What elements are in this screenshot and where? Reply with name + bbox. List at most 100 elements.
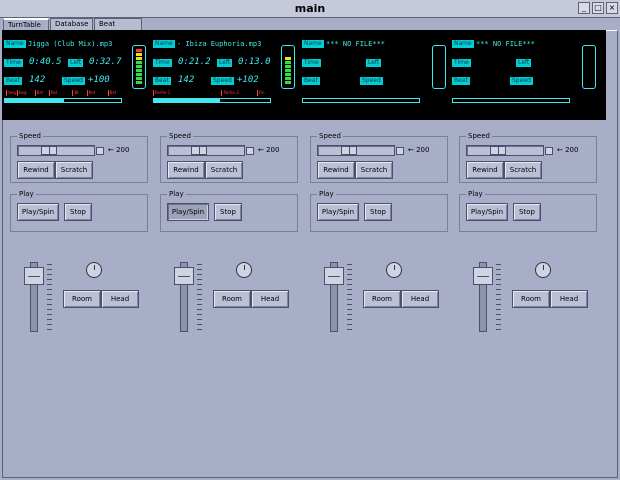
meter-segment	[136, 57, 142, 60]
fader-tick	[47, 264, 52, 265]
name-label: Name	[452, 40, 474, 48]
track-progress[interactable]	[153, 98, 271, 103]
maximize-icon[interactable]: □	[592, 2, 604, 14]
volume-fader[interactable]	[24, 262, 44, 332]
track-progress[interactable]	[4, 98, 122, 103]
tab-beat-editor[interactable]: Beat Editor	[94, 18, 142, 39]
fader-tick	[496, 324, 501, 325]
head-button[interactable]: Head	[550, 290, 588, 308]
stop-button[interactable]: Stop	[513, 203, 541, 221]
speed-reset-box[interactable]	[96, 147, 104, 155]
fader-cap[interactable]	[324, 267, 344, 286]
cue-marker[interactable]: Ret	[86, 90, 95, 96]
cue-marker[interactable]: Bt	[72, 90, 79, 96]
speed-slider-thumb[interactable]	[490, 146, 506, 155]
play-spin-button[interactable]: Play/Spin	[317, 203, 359, 221]
scratch-button[interactable]: Scratch	[205, 161, 243, 179]
head-button[interactable]: Head	[251, 290, 289, 308]
deck-lcd-2: Name - Ibiza Euphoria.mp3 Time 0:21.2 Left 0:…	[151, 30, 301, 120]
fader-tick	[197, 279, 202, 280]
speed-group-3: Speed ← 200 Rewind Scratch	[310, 131, 448, 183]
play-group-title: Play	[167, 189, 186, 199]
fader-tick	[347, 294, 352, 295]
stop-button[interactable]: Stop	[214, 203, 242, 221]
fader-tick	[197, 324, 202, 325]
speed-slider[interactable]	[167, 145, 245, 156]
close-icon[interactable]: ×	[606, 2, 618, 14]
fader-tick	[47, 294, 52, 295]
gain-knob-icon[interactable]	[535, 262, 551, 278]
speed-slider[interactable]	[17, 145, 95, 156]
cue-marker[interactable]: beg	[16, 90, 27, 96]
minimize-icon[interactable]: _	[578, 2, 590, 14]
meter-segment	[436, 61, 442, 64]
gain-knob-icon[interactable]	[386, 262, 402, 278]
meter-segment	[586, 61, 592, 64]
speed-reset-box[interactable]	[545, 147, 553, 155]
meter-segment	[285, 81, 291, 84]
speed-slider-thumb[interactable]	[191, 146, 207, 155]
stop-button[interactable]: Stop	[64, 203, 92, 221]
speed-slider[interactable]	[317, 145, 395, 156]
room-button[interactable]: Room	[363, 290, 401, 308]
room-button[interactable]: Room	[512, 290, 550, 308]
meter-segment	[436, 53, 442, 56]
meter-segment	[136, 53, 142, 56]
play-spin-button[interactable]: Play/Spin	[466, 203, 508, 221]
cue-marker[interactable]: Bst	[107, 90, 116, 96]
rewind-button[interactable]: Rewind	[17, 161, 55, 179]
stop-button[interactable]: Stop	[364, 203, 392, 221]
meter-segment	[586, 73, 592, 76]
cue-marker[interactable]: Partie 1	[153, 90, 170, 96]
fader-tick	[347, 269, 352, 270]
deck-lcd-4: Name *** NO FILE*** Time Left Beat Speed	[450, 30, 600, 120]
track-progress[interactable]	[302, 98, 420, 103]
time-label: Time	[302, 59, 321, 67]
track-name: - Ibiza Euphoria.mp3	[177, 40, 262, 48]
gain-knob-icon[interactable]	[86, 262, 102, 278]
volume-fader[interactable]	[174, 262, 194, 332]
play-spin-button[interactable]: Play/Spin	[17, 203, 59, 221]
room-button[interactable]: Room	[63, 290, 101, 308]
tab-database[interactable]: Database	[50, 18, 93, 30]
meter-segment	[285, 49, 291, 52]
head-button[interactable]: Head	[401, 290, 439, 308]
speed-reset-box[interactable]	[246, 147, 254, 155]
speed-slider[interactable]	[466, 145, 544, 156]
rewind-button[interactable]: Rewind	[466, 161, 504, 179]
tab-turntable[interactable]: TurnTable	[3, 18, 49, 30]
scratch-button[interactable]: Scratch	[504, 161, 542, 179]
cue-marker[interactable]: beg	[6, 90, 16, 96]
volume-fader[interactable]	[324, 262, 344, 332]
speed-slider-thumb[interactable]	[41, 146, 57, 155]
fader-cap[interactable]	[473, 267, 493, 286]
fader-cap[interactable]	[174, 267, 194, 286]
volume-fader[interactable]	[473, 262, 493, 332]
speed-reset-box[interactable]	[396, 147, 404, 155]
meter-segment	[436, 69, 442, 72]
fader-cap[interactable]	[24, 267, 44, 286]
cue-marker[interactable]: Fin	[256, 90, 264, 96]
gain-knob-icon[interactable]	[236, 262, 252, 278]
speed-readout: ← 200	[557, 146, 579, 154]
rewind-button[interactable]: Rewind	[167, 161, 205, 179]
fader-tick	[197, 294, 202, 295]
window-titlebar[interactable]: main _ □ ×	[0, 0, 620, 18]
meter-segment	[285, 65, 291, 68]
scratch-button[interactable]: Scratch	[355, 161, 393, 179]
meter-segment	[436, 45, 442, 48]
fader-tick	[496, 304, 501, 305]
cue-marker[interactable]: Bst	[34, 90, 43, 96]
meter-segment	[285, 45, 291, 48]
head-button[interactable]: Head	[101, 290, 139, 308]
fader-scale	[47, 264, 52, 330]
speed-slider-thumb[interactable]	[341, 146, 357, 155]
scratch-button[interactable]: Scratch	[55, 161, 93, 179]
room-button[interactable]: Room	[213, 290, 251, 308]
rewind-button[interactable]: Rewind	[317, 161, 355, 179]
cue-marker[interactable]: Ret	[48, 90, 57, 96]
play-spin-button[interactable]: Play/Spin	[167, 203, 209, 221]
track-progress[interactable]	[452, 98, 570, 103]
cue-marker[interactable]: Partie 3	[221, 90, 239, 96]
meter-segment	[436, 65, 442, 68]
